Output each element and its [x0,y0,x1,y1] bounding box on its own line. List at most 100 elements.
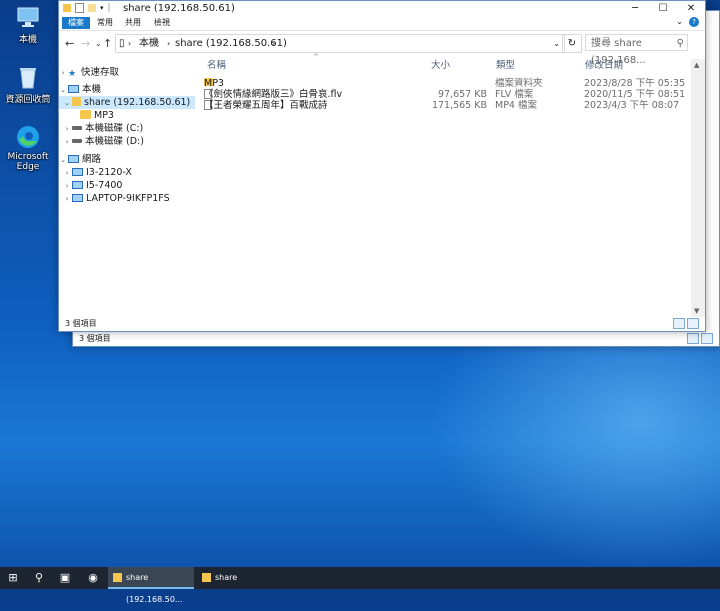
recycle-bin-icon [15,64,41,90]
nav-item-mp3[interactable]: MP3 [79,109,114,122]
new-folder-icon[interactable] [88,4,96,12]
nav-item-share[interactable]: ⌄ share (192.168.50.61) [59,96,195,109]
file-size: 97,657 KB [437,89,487,100]
taskbar: ⊞ ⚲ ▣ ◉ share (192.168.50... share [0,567,720,604]
column-header-type[interactable]: 類型 [496,59,515,72]
file-size: 171,565 KB [431,100,487,111]
navigation-bar: ← → ⌄ ↑ ▯ › 本機 › share (192.168.50.61) ›… [59,31,705,66]
tab-file[interactable]: 檔案 [62,17,90,29]
forward-arrow-icon[interactable]: → [81,37,90,50]
desktop-icon-this-pc[interactable]: 本機 [3,4,53,45]
up-arrow-icon[interactable]: ↑ [103,37,112,50]
computer-icon [72,181,83,189]
item-count: 3 個項目 [65,319,97,328]
navigation-pane: › ★ 快速存取 ⌄ 本機 ⌄ share (192.168.50.61) MP3 › 本… [59,59,195,317]
nav-item-drive-d[interactable]: › 本機磁碟 (D:) [59,135,144,148]
view-buttons [687,333,713,344]
explorer-window[interactable]: ▾ | share (192.168.50.61) ─ ☐ ✕ 檔案 常用 共用… [58,0,706,332]
window-controls: ─ ☐ ✕ [621,1,705,16]
address-dropdown-icon[interactable]: ⌄ [553,35,560,52]
file-list: ^ 名稱 大小 類型 修改日期 MP3 檔案資料夾 2023/8/28 下午 0… [201,53,691,317]
status-bar: 3 個項目 [59,317,705,331]
ribbon-tabs: 檔案 常用 共用 檢視 ⌄ ? [59,16,705,31]
desktop-icon-edge[interactable]: Microsoft Edge [3,124,53,172]
star-icon: ★ [68,69,77,79]
folder-icon [63,4,71,12]
quick-access-toolbar: ▾ | [63,3,111,13]
desktop-background-glow [430,320,720,570]
properties-icon[interactable] [75,3,84,13]
large-icons-view-icon[interactable] [687,318,699,329]
network-share-icon [72,97,81,106]
search-input[interactable]: 搜尋 share (192.168... ⚲ [585,34,688,66]
nav-item-computer[interactable]: › I5-7400 [59,179,123,192]
vertical-scrollbar[interactable]: ▲ ▼ [691,59,705,317]
column-header-name[interactable]: 名稱 [207,59,226,72]
expand-chevron-icon[interactable]: › [63,193,71,206]
tab-view[interactable]: 檢視 [148,17,176,29]
refresh-button[interactable]: ↻ [562,34,582,53]
close-button[interactable]: ✕ [677,1,705,16]
file-name: 【王者榮耀五周年】百戰成詩 [204,100,328,111]
drive-icon [72,126,82,130]
desktop-icon-label: 本機 [18,35,37,45]
customize-toolbar-icon[interactable]: ▾ [100,4,104,12]
search-icon: ⚲ [676,38,684,49]
collapse-chevron-icon[interactable]: ⌄ [63,97,71,110]
breadcrumb-share[interactable]: share (192.168.50.61) [175,35,287,52]
file-date: 2023/4/3 下午 08:07 [584,100,680,111]
taskbar-app-icon[interactable]: ▣ [52,567,78,589]
maximize-button[interactable]: ☐ [649,1,677,16]
taskbar-explorer-window[interactable]: share [197,567,265,589]
address-chevron-icon: › [128,39,132,48]
computer-icon [68,85,79,93]
nav-item-network[interactable]: ⌄ 網路 [59,153,101,166]
file-row[interactable]: MP3 檔案資料夾 2023/8/28 下午 05:35 [201,78,687,89]
file-row[interactable]: 《劍俠情緣網路版三》白骨哀.flv 97,657 KB FLV 檔案 2020/… [201,89,687,100]
nav-item-this-pc[interactable]: ⌄ 本機 [59,83,101,96]
large-icons-view-icon[interactable] [701,333,713,344]
taskbar-app-icon[interactable]: ◉ [80,567,106,589]
expand-chevron-icon[interactable]: › [59,67,67,80]
nav-item-drive-c[interactable]: › 本機磁碟 (C:) [59,122,144,135]
breadcrumb-chevron-icon[interactable]: › [167,35,170,52]
tab-share[interactable]: 共用 [119,17,147,29]
file-type: FLV 檔案 [495,89,534,100]
network-icon [68,155,79,163]
details-view-icon[interactable] [687,333,699,344]
nav-item-computer[interactable]: › LAPTOP-9IKFP1FS [59,192,170,205]
column-header-size[interactable]: 大小 [431,59,450,72]
breadcrumb-this-pc[interactable]: 本機 [139,35,159,52]
file-date: 2020/11/5 下午 08:51 [584,89,686,100]
tab-home[interactable]: 常用 [91,17,119,29]
search-icon[interactable]: ⚲ [26,567,52,589]
scroll-down-icon[interactable]: ▼ [694,307,699,315]
file-name: MP3 [204,78,224,89]
view-buttons [673,318,699,329]
breadcrumb-chevron-icon[interactable]: › [272,35,275,52]
folder-icon [202,573,211,582]
ribbon-expand-icon[interactable]: ⌄ [676,17,683,26]
file-date: 2023/8/28 下午 05:35 [584,78,686,89]
address-bar[interactable]: ▯ › 本機 › share (192.168.50.61) › ⌄ [115,34,565,53]
computer-icon [15,4,41,30]
taskbar-explorer-window[interactable]: share (192.168.50... [108,567,194,604]
minimize-button[interactable]: ─ [621,1,649,16]
file-row[interactable]: 【王者榮耀五周年】百戰成詩 171,565 KB MP4 檔案 2023/4/3… [201,100,687,111]
column-header-date[interactable]: 修改日期 [585,59,623,72]
recent-locations-icon[interactable]: ⌄ [95,39,102,48]
desktop-icon-recycle-bin[interactable]: 資源回收筒 [3,64,53,105]
file-type: MP4 檔案 [495,100,537,111]
back-arrow-icon[interactable]: ← [65,37,74,50]
help-icon[interactable]: ? [689,17,699,27]
start-button[interactable]: ⊞ [0,567,26,589]
computer-icon [72,194,83,202]
scroll-up-icon[interactable]: ▲ [694,61,699,69]
file-name: 《劍俠情緣網路版三》白骨哀.flv [204,89,343,100]
title-bar[interactable]: ▾ | share (192.168.50.61) ─ ☐ ✕ [59,1,705,16]
nav-item-computer[interactable]: › I3-2120-X [59,166,132,179]
nav-item-quick-access[interactable]: › ★ 快速存取 [59,66,119,79]
item-count: 3 個項目 [79,334,111,343]
details-view-icon[interactable] [673,318,685,329]
expand-chevron-icon[interactable]: › [63,136,71,149]
